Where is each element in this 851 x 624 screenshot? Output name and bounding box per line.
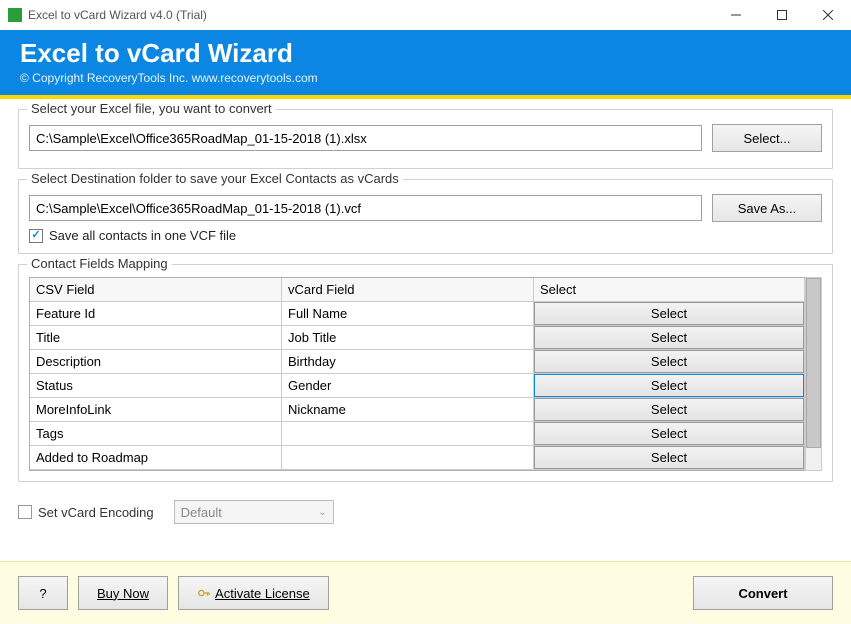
buy-now-button[interactable]: Buy Now [78, 576, 168, 610]
dest-path-input[interactable] [29, 195, 702, 221]
select-mapping-button[interactable]: Select [534, 374, 804, 397]
dest-legend: Select Destination folder to save your E… [27, 171, 403, 186]
select-mapping-button[interactable]: Select [534, 422, 804, 445]
table-row: MoreInfoLinkNicknameSelect [30, 398, 805, 422]
table-row: Tags Select [30, 422, 805, 446]
col-select: Select [534, 278, 805, 302]
destination-group: Select Destination folder to save your E… [18, 179, 833, 254]
encoding-checkbox[interactable] [18, 505, 32, 519]
convert-button[interactable]: Convert [693, 576, 833, 610]
source-legend: Select your Excel file, you want to conv… [27, 101, 276, 116]
col-csv-field: CSV Field [30, 278, 282, 302]
select-cell: Select [534, 302, 805, 326]
table-row: TitleJob TitleSelect [30, 326, 805, 350]
titlebar: Excel to vCard Wizard v4.0 (Trial) [0, 0, 851, 30]
vcard-field-cell [282, 422, 534, 446]
table-header-row: CSV Field vCard Field Select [30, 278, 805, 302]
app-icon [8, 8, 22, 22]
col-vcard-field: vCard Field [282, 278, 534, 302]
select-file-button[interactable]: Select... [712, 124, 822, 152]
csv-field-cell: Feature Id [30, 302, 282, 326]
select-cell: Select [534, 374, 805, 398]
save-one-vcf-checkbox[interactable] [29, 229, 43, 243]
csv-field-cell: Title [30, 326, 282, 350]
copyright-text: © Copyright RecoveryTools Inc. www.recov… [20, 71, 831, 85]
mapping-legend: Contact Fields Mapping [27, 256, 172, 271]
table-row: Feature IdFull NameSelect [30, 302, 805, 326]
mapping-group: Contact Fields Mapping CSV Field vCard F… [18, 264, 833, 482]
encoding-value: Default [181, 505, 222, 520]
vcard-field-cell: Nickname [282, 398, 534, 422]
scrollbar-thumb[interactable] [806, 278, 821, 448]
save-as-button[interactable]: Save As... [712, 194, 822, 222]
select-cell: Select [534, 446, 805, 470]
csv-field-cell: MoreInfoLink [30, 398, 282, 422]
csv-field-cell: Added to Roadmap [30, 446, 282, 470]
encoding-select[interactable]: Default ⌄ [174, 500, 334, 524]
table-row: Added to Roadmap Select [30, 446, 805, 470]
window-title: Excel to vCard Wizard v4.0 (Trial) [28, 8, 713, 22]
footer-bar: ? Buy Now Activate License Convert [0, 561, 851, 624]
save-one-vcf-label: Save all contacts in one VCF file [49, 228, 236, 243]
vcard-field-cell: Job Title [282, 326, 534, 350]
maximize-button[interactable] [759, 0, 805, 30]
chevron-down-icon: ⌄ [318, 507, 326, 518]
source-file-group: Select your Excel file, you want to conv… [18, 109, 833, 169]
key-icon [197, 586, 211, 600]
vcard-field-cell: Gender [282, 374, 534, 398]
select-mapping-button[interactable]: Select [534, 302, 804, 325]
csv-field-cell: Status [30, 374, 282, 398]
select-mapping-button[interactable]: Select [534, 398, 804, 421]
select-cell: Select [534, 422, 805, 446]
select-cell: Select [534, 326, 805, 350]
select-cell: Select [534, 350, 805, 374]
select-cell: Select [534, 398, 805, 422]
header-banner: Excel to vCard Wizard © Copyright Recove… [0, 30, 851, 99]
vcard-field-cell: Full Name [282, 302, 534, 326]
table-row: DescriptionBirthdaySelect [30, 350, 805, 374]
csv-field-cell: Description [30, 350, 282, 374]
table-row: StatusGenderSelect [30, 374, 805, 398]
mapping-table: CSV Field vCard Field Select Feature IdF… [29, 277, 805, 471]
select-mapping-button[interactable]: Select [534, 446, 804, 469]
activate-license-button[interactable]: Activate License [178, 576, 329, 610]
vcard-field-cell: Birthday [282, 350, 534, 374]
csv-field-cell: Tags [30, 422, 282, 446]
help-button[interactable]: ? [18, 576, 68, 610]
app-title: Excel to vCard Wizard [20, 38, 831, 69]
close-button[interactable] [805, 0, 851, 30]
vcard-field-cell [282, 446, 534, 470]
select-mapping-button[interactable]: Select [534, 350, 804, 373]
encoding-label: Set vCard Encoding [38, 505, 154, 520]
encoding-row: Set vCard Encoding Default ⌄ [0, 492, 851, 540]
source-path-input[interactable] [29, 125, 702, 151]
minimize-button[interactable] [713, 0, 759, 30]
select-mapping-button[interactable]: Select [534, 326, 804, 349]
table-scrollbar[interactable] [805, 277, 822, 471]
